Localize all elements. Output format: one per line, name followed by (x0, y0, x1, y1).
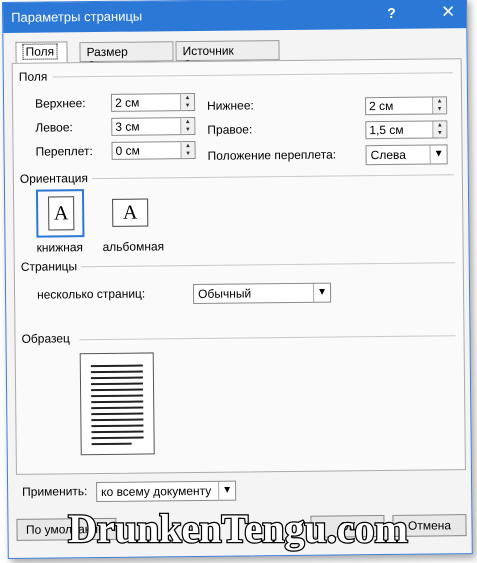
right-margin-label: Правое: (207, 122, 253, 137)
chevron-down-icon[interactable]: ▼ (429, 145, 447, 164)
gutter-position-label: Положение переплета: (207, 147, 337, 163)
bottom-margin-spinner[interactable]: 2 см ▲ ▼ (365, 96, 448, 116)
portrait-label: книжная (36, 240, 84, 255)
right-margin-arrows[interactable]: ▲ ▼ (432, 121, 447, 138)
watermark-text: DrunkenTengu.com (68, 506, 408, 551)
spin-up-icon[interactable]: ▲ (433, 121, 446, 129)
page-setup-dialog: Параметры страницы ? ✕ Поля Размер бумаг… (2, 0, 473, 559)
gutter-label: Переплет: (35, 144, 93, 159)
tab-margins-label: Поля (22, 43, 58, 60)
tab-margins[interactable]: Поля (15, 41, 68, 64)
top-margin-value: 2 см (114, 95, 140, 110)
spin-down-icon[interactable]: ▼ (433, 105, 446, 113)
spin-up-icon[interactable]: ▲ (433, 97, 446, 105)
orientation-section-title: Ориентация (19, 171, 89, 186)
tab-paper-source[interactable]: Источник бумаги (175, 40, 280, 72)
pages-section-title: Страницы (20, 259, 78, 274)
close-icon[interactable]: ✕ (441, 2, 455, 22)
landscape-orientation-button[interactable]: A (106, 188, 155, 237)
right-margin-spinner[interactable]: 1,5 см ▲ ▼ (365, 120, 448, 140)
bottom-margin-label: Нижнее: (207, 98, 254, 113)
spin-down-icon[interactable]: ▼ (433, 129, 446, 137)
right-margin-value: 1,5 см (369, 122, 404, 138)
preview-lines (90, 364, 144, 446)
pages-divider (80, 262, 455, 268)
top-margin-arrows[interactable]: ▲ ▼ (179, 93, 195, 111)
orientation-divider (91, 174, 454, 180)
spin-down-icon[interactable]: ▼ (181, 126, 194, 134)
left-margin-spinner[interactable]: 3 см ▲ ▼ (111, 116, 196, 136)
gutter-arrows[interactable]: ▲ ▼ (180, 141, 195, 159)
spin-up-icon[interactable]: ▲ (181, 94, 194, 102)
gutter-position-value: Слева (370, 147, 406, 163)
bottom-margin-value: 2 см (369, 98, 394, 114)
top-margin-label: Верхнее: (34, 96, 86, 111)
preview-section-title: Образец (21, 331, 70, 346)
landscape-label: альбомная (102, 239, 165, 254)
tab-paper-size[interactable]: Размер бумаги (79, 41, 174, 73)
multiple-pages-value: Обычный (197, 286, 252, 301)
title-bar[interactable]: Параметры страницы ? ✕ (3, 0, 467, 33)
chevron-down-icon[interactable]: ▼ (312, 283, 331, 302)
portrait-page-icon: A (48, 196, 75, 231)
spin-down-icon[interactable]: ▼ (181, 102, 194, 110)
portrait-orientation-button[interactable]: A (35, 189, 85, 238)
gutter-value: 0 см (115, 143, 140, 158)
top-margin-spinner[interactable]: 2 см ▲ ▼ (110, 92, 196, 112)
dialog-title: Параметры страницы (11, 8, 143, 25)
spin-down-icon[interactable]: ▼ (182, 150, 195, 158)
left-margin-value: 3 см (115, 119, 140, 134)
gutter-spinner[interactable]: 0 см ▲ ▼ (111, 140, 196, 160)
multiple-pages-select[interactable]: Обычный ▼ (192, 282, 332, 305)
landscape-page-icon: A (112, 198, 149, 227)
margins-divider (52, 72, 453, 78)
preview-divider (79, 335, 456, 341)
help-button[interactable]: ? (387, 5, 396, 21)
margins-section-title: Поля (18, 69, 48, 84)
tab-panel: Поля Верхнее: 2 см ▲ ▼ Левое: 3 см ▲ ▼ Пер… (11, 58, 466, 475)
bottom-margin-arrows[interactable]: ▲ ▼ (432, 97, 447, 114)
left-margin-arrows[interactable]: ▲ ▼ (180, 117, 195, 135)
spin-up-icon[interactable]: ▲ (181, 118, 194, 126)
spin-up-icon[interactable]: ▲ (181, 142, 194, 150)
gutter-position-select[interactable]: Слева ▼ (365, 144, 448, 166)
preview-page (79, 352, 155, 456)
multiple-pages-label: несколько страниц: (36, 286, 146, 302)
left-margin-label: Левое: (35, 120, 73, 135)
watermark: DrunkenTengu.com (67, 505, 409, 553)
